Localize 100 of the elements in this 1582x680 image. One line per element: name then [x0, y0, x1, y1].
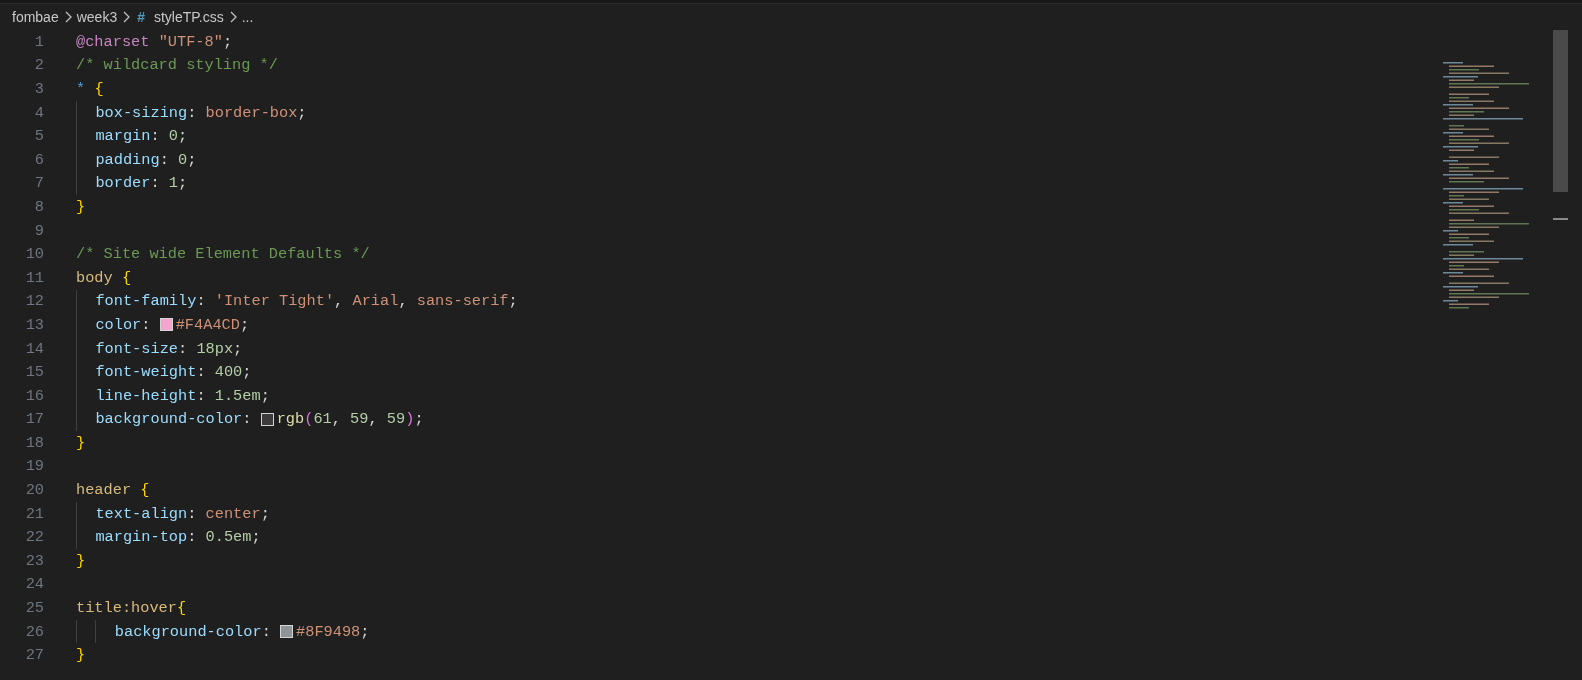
punctuation: , [368, 410, 378, 429]
line-number: 6 [33, 150, 44, 169]
line-number: 14 [24, 339, 44, 358]
punctuation: : [187, 103, 197, 122]
chevron-icon [228, 11, 237, 23]
punctuation: , [334, 292, 344, 311]
line-number: 3 [33, 80, 44, 98]
property-value: #8F9498 [296, 622, 361, 641]
punctuation: : [261, 622, 271, 641]
line-number: 8 [33, 197, 44, 216]
punctuation: : [150, 127, 160, 146]
brace: { [139, 481, 150, 500]
code-comment: /* Site wide Element Defaults */ [76, 245, 370, 264]
property-value: sans-serif [415, 292, 509, 311]
brace: } [76, 646, 86, 665]
number-value: 61 [313, 410, 332, 429]
punctuation: : [141, 315, 151, 334]
brace: { [120, 268, 132, 287]
line-number: 17 [24, 410, 44, 429]
punctuation: ; [260, 386, 270, 405]
punctuation: , [331, 410, 341, 429]
number-value: 0 [167, 127, 179, 146]
property-name: box-sizing [95, 103, 188, 122]
punctuation: : [178, 339, 188, 358]
selector: header [76, 481, 132, 500]
line-number: 11 [24, 268, 44, 287]
punctuation: ; [414, 410, 424, 429]
property-value: 'Inter Tight' [213, 292, 335, 311]
brace: } [76, 197, 86, 216]
brace: } [76, 551, 86, 570]
punctuation: ; [251, 528, 261, 547]
line-number: 7 [33, 174, 44, 193]
property-name: padding [95, 150, 160, 169]
brace: { [177, 599, 187, 618]
property-value: Arial [351, 292, 399, 311]
line-number: 9 [33, 221, 44, 240]
line-number: 19 [24, 457, 44, 476]
property-value: center [204, 504, 261, 523]
punctuation: ; [260, 504, 270, 523]
line-number: 2 [33, 56, 44, 75]
chevron-icon [63, 11, 72, 23]
at-rule: @charset [76, 32, 150, 51]
breadcrumb-item[interactable]: styleTP.css [153, 9, 224, 25]
property-name: font-size [95, 339, 178, 358]
punctuation: ; [360, 622, 370, 641]
line-number: 21 [24, 504, 44, 523]
line-number: 12 [24, 292, 44, 311]
property-name: text-align [95, 504, 188, 523]
line-number: 15 [24, 363, 44, 382]
property-name: margin-top [95, 528, 188, 547]
line-number: 27 [24, 646, 44, 665]
css-file-icon: # [137, 9, 145, 25]
number-value: 18px [195, 339, 234, 358]
property-name: background-color [95, 410, 243, 429]
color-swatch[interactable] [260, 412, 274, 426]
universal-selector: * [76, 80, 86, 98]
punctuation: : [196, 386, 206, 405]
line-number: 22 [24, 528, 44, 547]
color-swatch[interactable] [280, 625, 294, 639]
property-name: border [95, 174, 151, 193]
punctuation: ; [239, 315, 250, 334]
punctuation: : [150, 174, 160, 193]
breadcrumb-item[interactable]: ... [241, 9, 254, 25]
punctuation: ; [233, 339, 243, 358]
number-value: 1.5em [213, 386, 261, 405]
line-number: 25 [24, 599, 44, 618]
line-number: 13 [24, 315, 44, 334]
line-number: 23 [24, 551, 44, 570]
brace: } [76, 433, 86, 452]
line-number: 24 [24, 575, 44, 594]
punctuation: ; [187, 150, 197, 169]
breadcrumb-item[interactable]: week3 [76, 9, 118, 25]
property-name: font-weight [95, 363, 197, 382]
number-value: 0.5em [204, 528, 252, 547]
punctuation: ; [297, 103, 307, 122]
punctuation: : [159, 150, 169, 169]
punctuation: ; [178, 127, 188, 146]
property-name: color [95, 315, 142, 334]
property-name: line-height [95, 386, 197, 405]
chevron-icon [122, 11, 131, 23]
line-number: 26 [24, 622, 44, 641]
line-number: 1 [33, 32, 44, 51]
parenthesis: ) [405, 410, 415, 429]
number-value: 0 [177, 150, 188, 169]
brace: { [93, 80, 104, 98]
parenthesis: ( [304, 410, 314, 429]
property-name: font-family [95, 292, 197, 311]
line-number: 5 [33, 127, 44, 146]
function-name: rgb [276, 410, 305, 429]
punctuation: ; [242, 363, 252, 382]
property-value: #F4A4CD [175, 315, 240, 334]
line-number: 10 [24, 245, 44, 264]
punctuation: ; [508, 292, 518, 311]
line-number: 16 [24, 386, 44, 405]
punctuation: : [242, 410, 252, 429]
code-comment: /* wildcard styling */ [76, 56, 278, 75]
number-value: 1 [167, 174, 179, 193]
punctuation: : [187, 528, 197, 547]
color-swatch[interactable] [159, 318, 173, 332]
breadcrumb-item[interactable]: fombae [12, 9, 59, 25]
